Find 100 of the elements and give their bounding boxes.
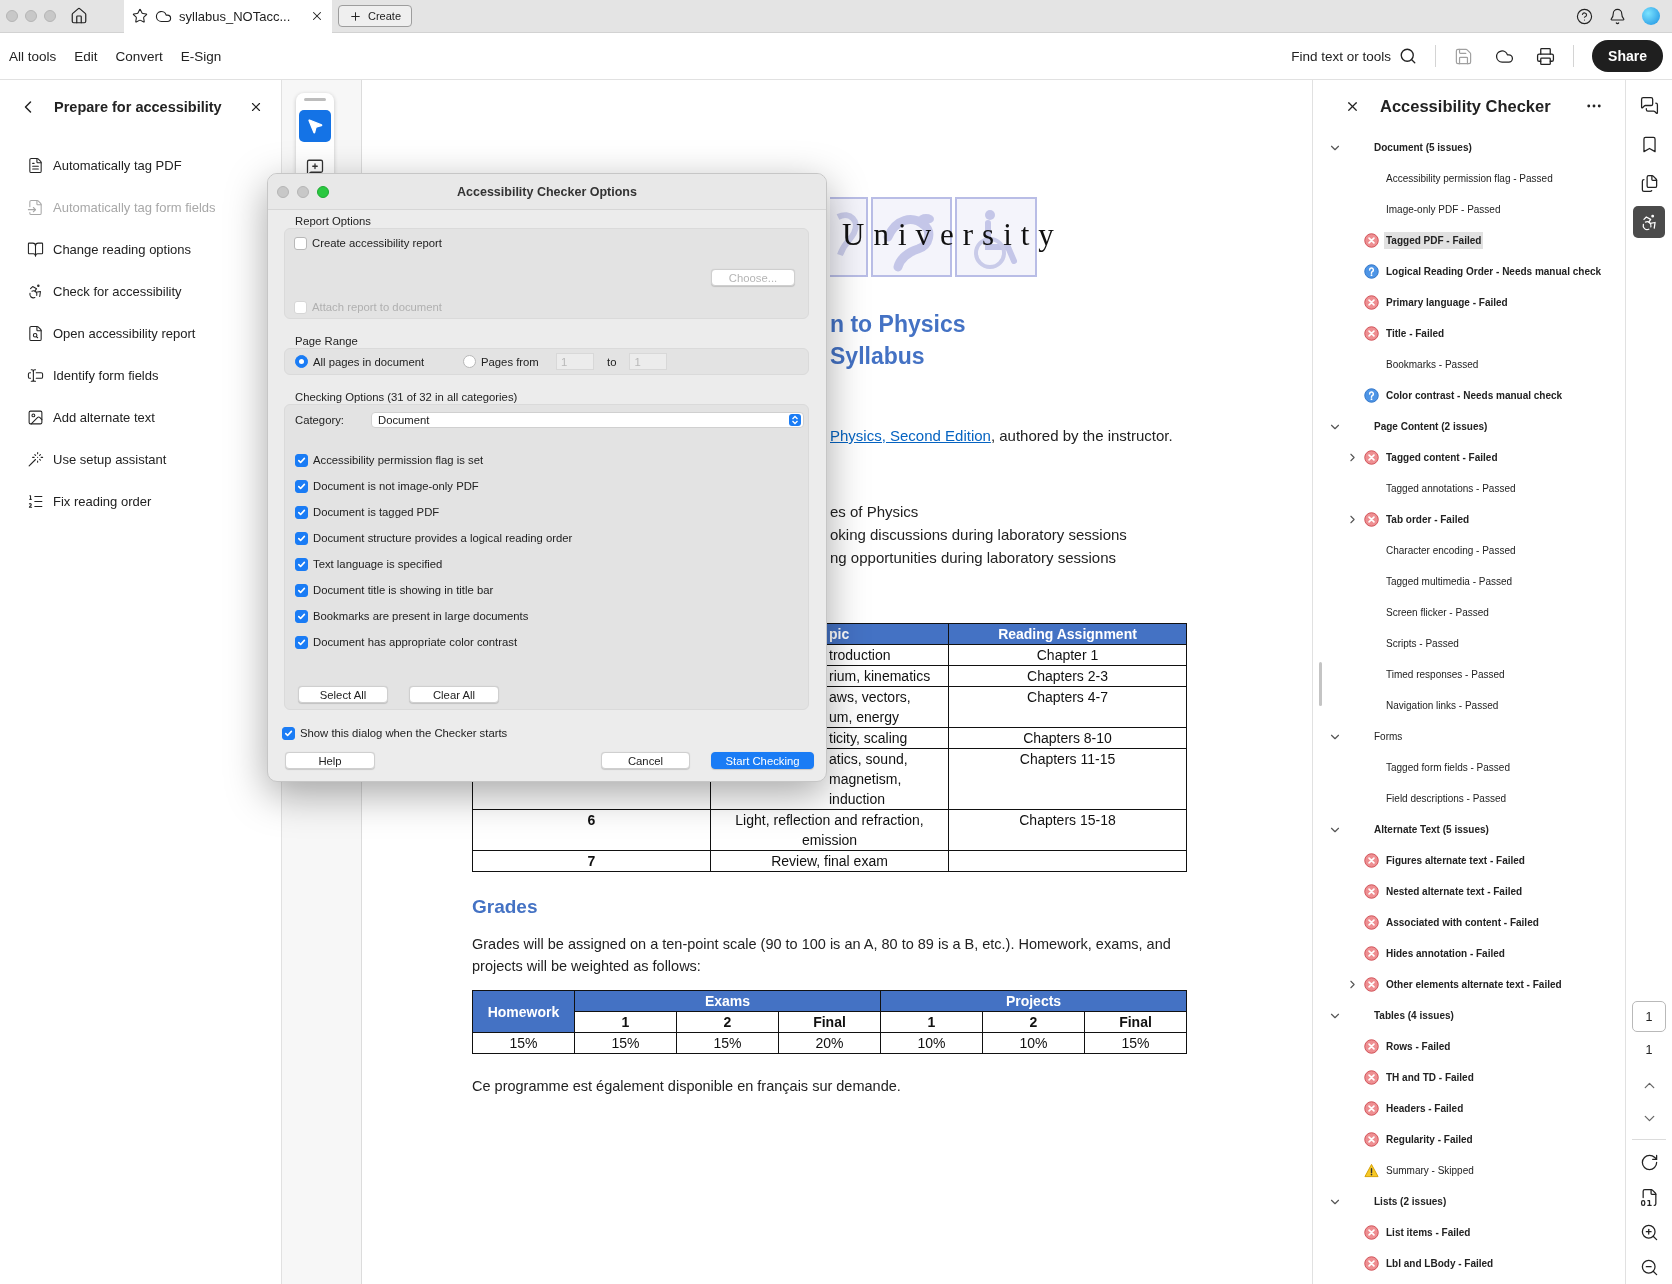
category-label[interactable]: Forms — [1374, 731, 1403, 742]
check-result-item[interactable]: Screen flicker - Passed — [1384, 604, 1491, 621]
scroll-thumb[interactable] — [1319, 662, 1322, 706]
checkbox[interactable] — [295, 583, 308, 597]
check-result-item[interactable]: Timed responses - Passed — [1384, 666, 1507, 683]
check-result-item[interactable]: Tab order - Failed — [1384, 511, 1472, 528]
check-result-item[interactable]: Color contrast - Needs manual check — [1384, 387, 1565, 404]
drag-handle[interactable] — [304, 98, 326, 101]
check-result-item[interactable]: Nested alternate text - Failed — [1384, 883, 1525, 900]
checkbox[interactable] — [294, 236, 307, 250]
check-result-item[interactable]: Tagged content - Failed — [1384, 449, 1500, 466]
checkbox[interactable] — [295, 505, 308, 519]
close-icon[interactable] — [249, 100, 263, 114]
plus-icon — [349, 9, 362, 23]
checkbox-label: Bookmarks are present in large documents — [313, 610, 529, 622]
select-all-button[interactable]: Select All — [298, 686, 388, 703]
check-result-item[interactable]: Regularity - Failed — [1384, 1131, 1475, 1148]
check-result-item[interactable]: Image-only PDF - Passed — [1384, 201, 1503, 218]
file-input-icon — [27, 198, 44, 216]
checkbox[interactable] — [295, 479, 308, 493]
tool-item[interactable]: Change reading options — [0, 228, 281, 270]
check-result-item[interactable]: Headers - Failed — [1384, 1100, 1466, 1117]
radio-button[interactable] — [463, 355, 476, 368]
create-button[interactable]: Create — [338, 5, 413, 27]
help-icon[interactable] — [1576, 7, 1593, 25]
document-tab[interactable]: syllabus_NOTacc... — [124, 0, 332, 33]
check-result-item[interactable]: Tagged annotations - Passed — [1384, 480, 1518, 497]
tool-item[interactable]: Open accessibility report — [0, 312, 281, 354]
check-result-item[interactable]: Rows - Failed — [1384, 1038, 1453, 1055]
error-icon — [1363, 1256, 1379, 1271]
checkbox[interactable] — [295, 531, 308, 545]
zoom-out-icon[interactable] — [1639, 1257, 1659, 1277]
check-result-item[interactable]: Title - Failed — [1384, 325, 1447, 342]
menu-item[interactable]: Convert — [115, 48, 163, 64]
link[interactable]: Physics, Second Edition — [830, 427, 991, 444]
table-cell: Chapter 1 — [948, 644, 1187, 666]
category-label[interactable]: Alternate Text (5 issues) — [1374, 824, 1489, 835]
check-result-item[interactable]: Field descriptions - Passed — [1384, 790, 1509, 807]
menu-item[interactable]: E-Sign — [180, 48, 222, 64]
check-result-item[interactable]: Tagged PDF - Failed — [1384, 232, 1484, 249]
check-result-item[interactable]: Tagged form fields - Passed — [1384, 759, 1512, 776]
check-result-item[interactable]: Tagged multimedia - Passed — [1384, 573, 1515, 590]
checkbox[interactable] — [295, 557, 308, 571]
checkbox[interactable] — [295, 635, 308, 649]
start-checking-button[interactable]: Start Checking — [711, 752, 814, 769]
star-icon[interactable] — [132, 8, 148, 24]
menu-item[interactable]: All tools — [9, 48, 57, 64]
zoom-in-icon[interactable] — [1639, 1222, 1659, 1242]
category-label[interactable]: Tables (4 issues) — [1374, 1010, 1454, 1021]
check-result-item[interactable]: Scripts - Passed — [1384, 635, 1461, 652]
bell-icon[interactable] — [1609, 7, 1626, 25]
menu-item[interactable]: Edit — [74, 48, 98, 64]
check-result-item[interactable]: Logical Reading Order - Needs manual check — [1384, 263, 1604, 280]
page-number-field[interactable]: 1 — [1632, 1001, 1666, 1032]
home-icon[interactable] — [70, 7, 88, 25]
category-label[interactable]: Document (5 issues) — [1374, 142, 1472, 153]
check-result-item[interactable]: Character encoding - Passed — [1384, 542, 1518, 559]
check-result-item[interactable]: Hides annotation - Failed — [1384, 945, 1507, 962]
checkbox[interactable] — [282, 726, 295, 740]
dialog-button[interactable]: Help — [285, 752, 375, 769]
accessibility-button[interactable] — [1633, 206, 1665, 238]
close-icon[interactable] — [310, 9, 324, 23]
error-icon — [1363, 450, 1379, 465]
check-result-item[interactable]: Accessibility permission flag - Passed — [1384, 170, 1555, 187]
check-result-item[interactable]: Summary - Skipped — [1384, 1162, 1476, 1179]
category-label[interactable]: Page Content (2 issues) — [1374, 421, 1488, 432]
check-result-item[interactable]: Lbl and LBody - Failed — [1384, 1255, 1496, 1272]
share-button[interactable]: Share — [1592, 40, 1663, 72]
tool-item[interactable]: Use setup assistant — [0, 438, 281, 480]
checkbox[interactable] — [295, 609, 308, 623]
check-result-item[interactable]: Other elements alternate text - Failed — [1384, 976, 1564, 993]
check-result-item[interactable]: Bookmarks - Passed — [1384, 356, 1481, 373]
check-result-item[interactable]: Associated with content - Failed — [1384, 914, 1541, 931]
check-result-item[interactable]: List items - Failed — [1384, 1224, 1473, 1241]
check-result-item[interactable]: Primary language - Failed — [1384, 294, 1510, 311]
dialog-button[interactable]: Cancel — [601, 752, 690, 769]
radio-button[interactable] — [295, 355, 308, 368]
fit-page-icon[interactable] — [1639, 1187, 1659, 1207]
save-icon[interactable] — [1454, 46, 1474, 66]
check-result-item[interactable]: TH and TD - Failed — [1384, 1069, 1476, 1086]
page-count: 1 — [1645, 1042, 1653, 1059]
print-icon[interactable] — [1536, 46, 1556, 66]
find-tools-button[interactable]: Find text or tools — [1291, 47, 1418, 65]
rotate-icon[interactable] — [1639, 1152, 1659, 1172]
check-result-item[interactable]: Navigation links - Passed — [1384, 697, 1501, 714]
file-search-icon — [27, 324, 44, 342]
check-result-item[interactable]: Figures alternate text - Failed — [1384, 852, 1527, 869]
tool-item[interactable]: Fix reading order — [0, 480, 281, 522]
pointer-tool-button[interactable] — [299, 110, 331, 142]
tool-item[interactable]: Automatically tag PDF — [0, 144, 281, 186]
tool-item[interactable]: Check for accessibility — [0, 270, 281, 312]
add-comment-icon — [306, 158, 324, 176]
comments-icon — [1639, 95, 1659, 115]
category-select[interactable]: Document — [371, 412, 804, 428]
tool-item[interactable]: Add alternate text — [0, 396, 281, 438]
radio-label: All pages in document — [313, 355, 425, 368]
clear-all-button[interactable]: Clear All — [409, 686, 499, 703]
category-label[interactable]: Lists (2 issues) — [1374, 1196, 1447, 1207]
checkbox[interactable] — [295, 453, 308, 467]
tool-item[interactable]: Identify form fields — [0, 354, 281, 396]
